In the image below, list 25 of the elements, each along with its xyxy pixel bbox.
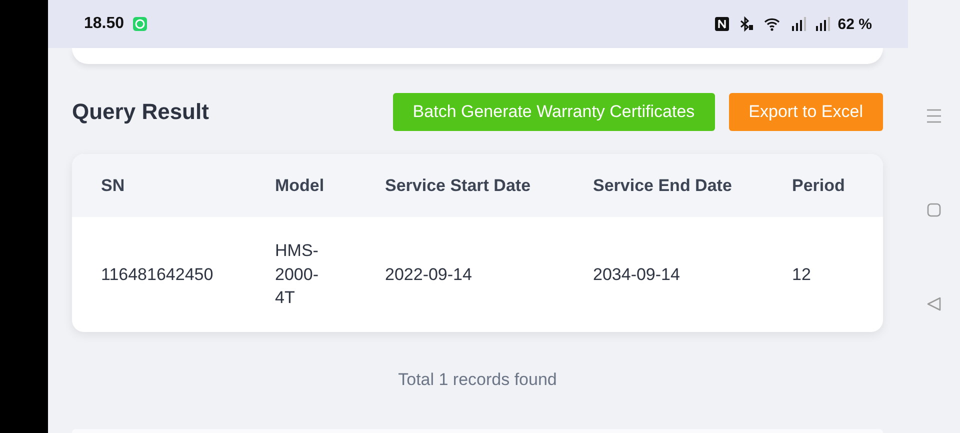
export-button[interactable]: Export to Excel xyxy=(728,93,883,131)
table-cell-text: 116481642450 xyxy=(101,264,214,286)
square-icon xyxy=(926,202,942,218)
bluetooth-icon xyxy=(738,16,754,32)
table-cell-text: HMS-2000-4T xyxy=(275,240,320,310)
table-cell-text: 12 xyxy=(792,264,812,286)
signal-icon xyxy=(814,16,830,32)
menu-icon xyxy=(925,108,943,124)
section-title: Query Result xyxy=(72,99,210,125)
nfc-icon xyxy=(714,16,730,32)
column-header: Service Start Date xyxy=(385,176,532,196)
table-cell-text: 2034-09-14 xyxy=(593,264,681,286)
back-icon xyxy=(926,296,942,312)
wifi-icon xyxy=(762,16,782,32)
chat-app-icon xyxy=(132,16,148,32)
column-header: Period xyxy=(792,176,846,196)
battery-percentage: 62 % xyxy=(838,16,872,32)
column-header: SN xyxy=(101,176,126,196)
column-header: Service End Date xyxy=(593,176,733,196)
signal-icon xyxy=(790,16,806,32)
table-cell-text: 2022-09-14 xyxy=(385,264,473,286)
records-count: Total 1 records found xyxy=(398,370,557,389)
column-header: Model xyxy=(275,176,326,196)
generate-button[interactable]: Batch Generate Warranty Certificates xyxy=(392,93,715,131)
status-time: 18.50 xyxy=(84,15,124,33)
